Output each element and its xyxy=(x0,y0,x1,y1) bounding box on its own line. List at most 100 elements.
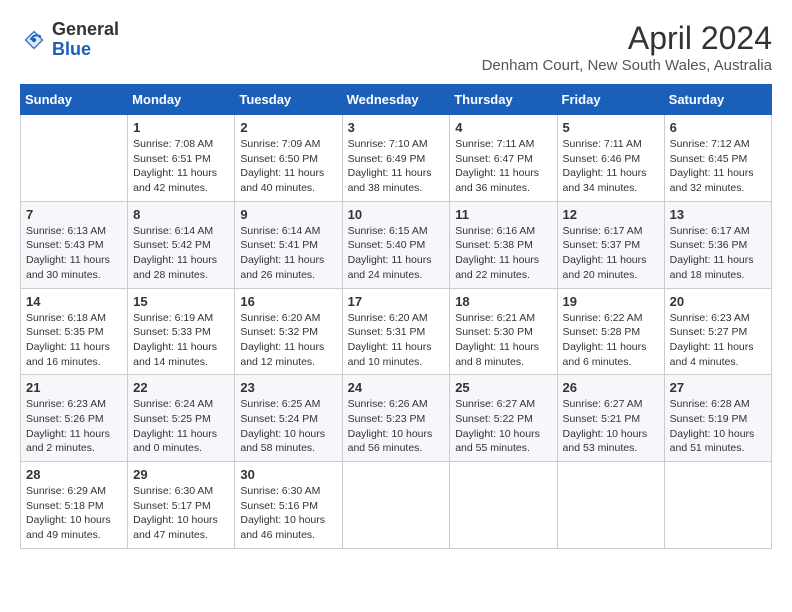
day-number: 28 xyxy=(26,467,122,482)
day-info: Sunrise: 6:23 AMSunset: 5:27 PMDaylight:… xyxy=(670,311,766,370)
day-info: Sunrise: 6:25 AMSunset: 5:24 PMDaylight:… xyxy=(240,397,336,456)
day-info: Sunrise: 6:21 AMSunset: 5:30 PMDaylight:… xyxy=(455,311,551,370)
week-row-1: 1 Sunrise: 7:08 AMSunset: 6:51 PMDaylight… xyxy=(21,115,772,202)
day-number: 8 xyxy=(133,207,229,222)
calendar-cell: 29 Sunrise: 6:30 AMSunset: 5:17 PMDayligh… xyxy=(128,462,235,549)
day-info: Sunrise: 7:09 AMSunset: 6:50 PMDaylight:… xyxy=(240,137,336,196)
day-header-tuesday: Tuesday xyxy=(235,85,342,115)
calendar-header-row: SundayMondayTuesdayWednesdayThursdayFrid… xyxy=(21,85,772,115)
calendar-cell: 28 Sunrise: 6:29 AMSunset: 5:18 PMDayligh… xyxy=(21,462,128,549)
day-info: Sunrise: 6:30 AMSunset: 5:16 PMDaylight:… xyxy=(240,484,336,543)
day-number: 2 xyxy=(240,120,336,135)
calendar-cell: 21Sunrise: 6:23 AMSunset: 5:26 PMDayligh… xyxy=(21,375,128,462)
day-number: 30 xyxy=(240,467,336,482)
day-info: Sunrise: 6:15 AMSunset: 5:40 PMDaylight:… xyxy=(348,224,445,283)
day-number: 14 xyxy=(26,294,122,309)
calendar-cell: 26Sunrise: 6:27 AMSunset: 5:21 PMDayligh… xyxy=(557,375,664,462)
calendar-body: 1 Sunrise: 7:08 AMSunset: 6:51 PMDaylight… xyxy=(21,115,772,549)
day-number: 19 xyxy=(563,294,659,309)
day-info: Sunrise: 6:20 AMSunset: 5:32 PMDaylight:… xyxy=(240,311,336,370)
day-number: 22 xyxy=(133,380,229,395)
day-info: Sunrise: 6:27 AMSunset: 5:21 PMDaylight:… xyxy=(563,397,659,456)
week-row-5: 28 Sunrise: 6:29 AMSunset: 5:18 PMDayligh… xyxy=(21,462,772,549)
title-block: April 2024 Denham Court, New South Wales… xyxy=(482,20,772,74)
day-info: Sunrise: 6:26 AMSunset: 5:23 PMDaylight:… xyxy=(348,397,445,456)
calendar-cell: 16 Sunrise: 6:20 AMSunset: 5:32 PMDayligh… xyxy=(235,288,342,375)
week-row-3: 14 Sunrise: 6:18 AMSunset: 5:35 PMDayligh… xyxy=(21,288,772,375)
day-header-monday: Monday xyxy=(128,85,235,115)
day-info: Sunrise: 6:24 AMSunset: 5:25 PMDaylight:… xyxy=(133,397,229,456)
logo: General Blue xyxy=(20,20,119,60)
calendar-cell: 6 Sunrise: 7:12 AMSunset: 6:45 PMDaylight… xyxy=(664,115,771,202)
calendar-cell: 20Sunrise: 6:23 AMSunset: 5:27 PMDayligh… xyxy=(664,288,771,375)
day-info: Sunrise: 6:27 AMSunset: 5:22 PMDaylight:… xyxy=(455,397,551,456)
calendar-cell xyxy=(450,462,557,549)
day-number: 12 xyxy=(563,207,659,222)
calendar-cell: 27Sunrise: 6:28 AMSunset: 5:19 PMDayligh… xyxy=(664,375,771,462)
day-info: Sunrise: 6:22 AMSunset: 5:28 PMDaylight:… xyxy=(563,311,659,370)
calendar-cell xyxy=(342,462,450,549)
calendar-table: SundayMondayTuesdayWednesdayThursdayFrid… xyxy=(20,84,772,549)
day-number: 5 xyxy=(563,120,659,135)
day-number: 21 xyxy=(26,380,122,395)
calendar-cell: 2 Sunrise: 7:09 AMSunset: 6:50 PMDaylight… xyxy=(235,115,342,202)
calendar-cell: 30 Sunrise: 6:30 AMSunset: 5:16 PMDayligh… xyxy=(235,462,342,549)
calendar-cell: 4 Sunrise: 7:11 AMSunset: 6:47 PMDaylight… xyxy=(450,115,557,202)
calendar-cell: 8 Sunrise: 6:14 AMSunset: 5:42 PMDaylight… xyxy=(128,201,235,288)
calendar-cell: 1 Sunrise: 7:08 AMSunset: 6:51 PMDaylight… xyxy=(128,115,235,202)
week-row-2: 7 Sunrise: 6:13 AMSunset: 5:43 PMDaylight… xyxy=(21,201,772,288)
day-number: 9 xyxy=(240,207,336,222)
day-info: Sunrise: 6:17 AMSunset: 5:37 PMDaylight:… xyxy=(563,224,659,283)
calendar-cell: 3 Sunrise: 7:10 AMSunset: 6:49 PMDaylight… xyxy=(342,115,450,202)
calendar-cell: 11 Sunrise: 6:16 AMSunset: 5:38 PMDayligh… xyxy=(450,201,557,288)
calendar-cell: 7 Sunrise: 6:13 AMSunset: 5:43 PMDaylight… xyxy=(21,201,128,288)
day-number: 25 xyxy=(455,380,551,395)
day-number: 11 xyxy=(455,207,551,222)
logo-icon xyxy=(20,26,48,54)
day-number: 1 xyxy=(133,120,229,135)
day-number: 7 xyxy=(26,207,122,222)
logo-blue-text: Blue xyxy=(52,39,91,59)
day-info: Sunrise: 6:28 AMSunset: 5:19 PMDaylight:… xyxy=(670,397,766,456)
day-number: 13 xyxy=(670,207,766,222)
calendar-cell: 9 Sunrise: 6:14 AMSunset: 5:41 PMDaylight… xyxy=(235,201,342,288)
day-number: 16 xyxy=(240,294,336,309)
calendar-cell: 25 Sunrise: 6:27 AMSunset: 5:22 PMDayligh… xyxy=(450,375,557,462)
day-info: Sunrise: 7:10 AMSunset: 6:49 PMDaylight:… xyxy=(348,137,445,196)
calendar-cell xyxy=(557,462,664,549)
calendar-cell: 19 Sunrise: 6:22 AMSunset: 5:28 PMDayligh… xyxy=(557,288,664,375)
calendar-cell: 24Sunrise: 6:26 AMSunset: 5:23 PMDayligh… xyxy=(342,375,450,462)
day-info: Sunrise: 6:14 AMSunset: 5:41 PMDaylight:… xyxy=(240,224,336,283)
calendar-title: April 2024 xyxy=(482,20,772,57)
day-number: 18 xyxy=(455,294,551,309)
calendar-cell xyxy=(21,115,128,202)
day-info: Sunrise: 6:13 AMSunset: 5:43 PMDaylight:… xyxy=(26,224,122,283)
day-info: Sunrise: 7:11 AMSunset: 6:46 PMDaylight:… xyxy=(563,137,659,196)
week-row-4: 21Sunrise: 6:23 AMSunset: 5:26 PMDayligh… xyxy=(21,375,772,462)
day-header-saturday: Saturday xyxy=(664,85,771,115)
day-info: Sunrise: 6:16 AMSunset: 5:38 PMDaylight:… xyxy=(455,224,551,283)
day-header-wednesday: Wednesday xyxy=(342,85,450,115)
calendar-cell: 12 Sunrise: 6:17 AMSunset: 5:37 PMDayligh… xyxy=(557,201,664,288)
calendar-cell: 13Sunrise: 6:17 AMSunset: 5:36 PMDayligh… xyxy=(664,201,771,288)
logo-text: General Blue xyxy=(52,20,119,60)
day-info: Sunrise: 6:14 AMSunset: 5:42 PMDaylight:… xyxy=(133,224,229,283)
day-number: 6 xyxy=(670,120,766,135)
day-header-thursday: Thursday xyxy=(450,85,557,115)
calendar-cell: 17Sunrise: 6:20 AMSunset: 5:31 PMDayligh… xyxy=(342,288,450,375)
day-number: 4 xyxy=(455,120,551,135)
page-header: General Blue April 2024 Denham Court, Ne… xyxy=(20,20,772,74)
day-info: Sunrise: 6:30 AMSunset: 5:17 PMDaylight:… xyxy=(133,484,229,543)
calendar-subtitle: Denham Court, New South Wales, Australia xyxy=(482,57,772,74)
day-info: Sunrise: 6:18 AMSunset: 5:35 PMDaylight:… xyxy=(26,311,122,370)
day-number: 3 xyxy=(348,120,445,135)
calendar-cell: 14 Sunrise: 6:18 AMSunset: 5:35 PMDayligh… xyxy=(21,288,128,375)
day-number: 15 xyxy=(133,294,229,309)
day-number: 29 xyxy=(133,467,229,482)
day-info: Sunrise: 6:29 AMSunset: 5:18 PMDaylight:… xyxy=(26,484,122,543)
day-info: Sunrise: 7:12 AMSunset: 6:45 PMDaylight:… xyxy=(670,137,766,196)
day-header-friday: Friday xyxy=(557,85,664,115)
day-number: 23 xyxy=(240,380,336,395)
day-info: Sunrise: 7:08 AMSunset: 6:51 PMDaylight:… xyxy=(133,137,229,196)
day-info: Sunrise: 7:11 AMSunset: 6:47 PMDaylight:… xyxy=(455,137,551,196)
